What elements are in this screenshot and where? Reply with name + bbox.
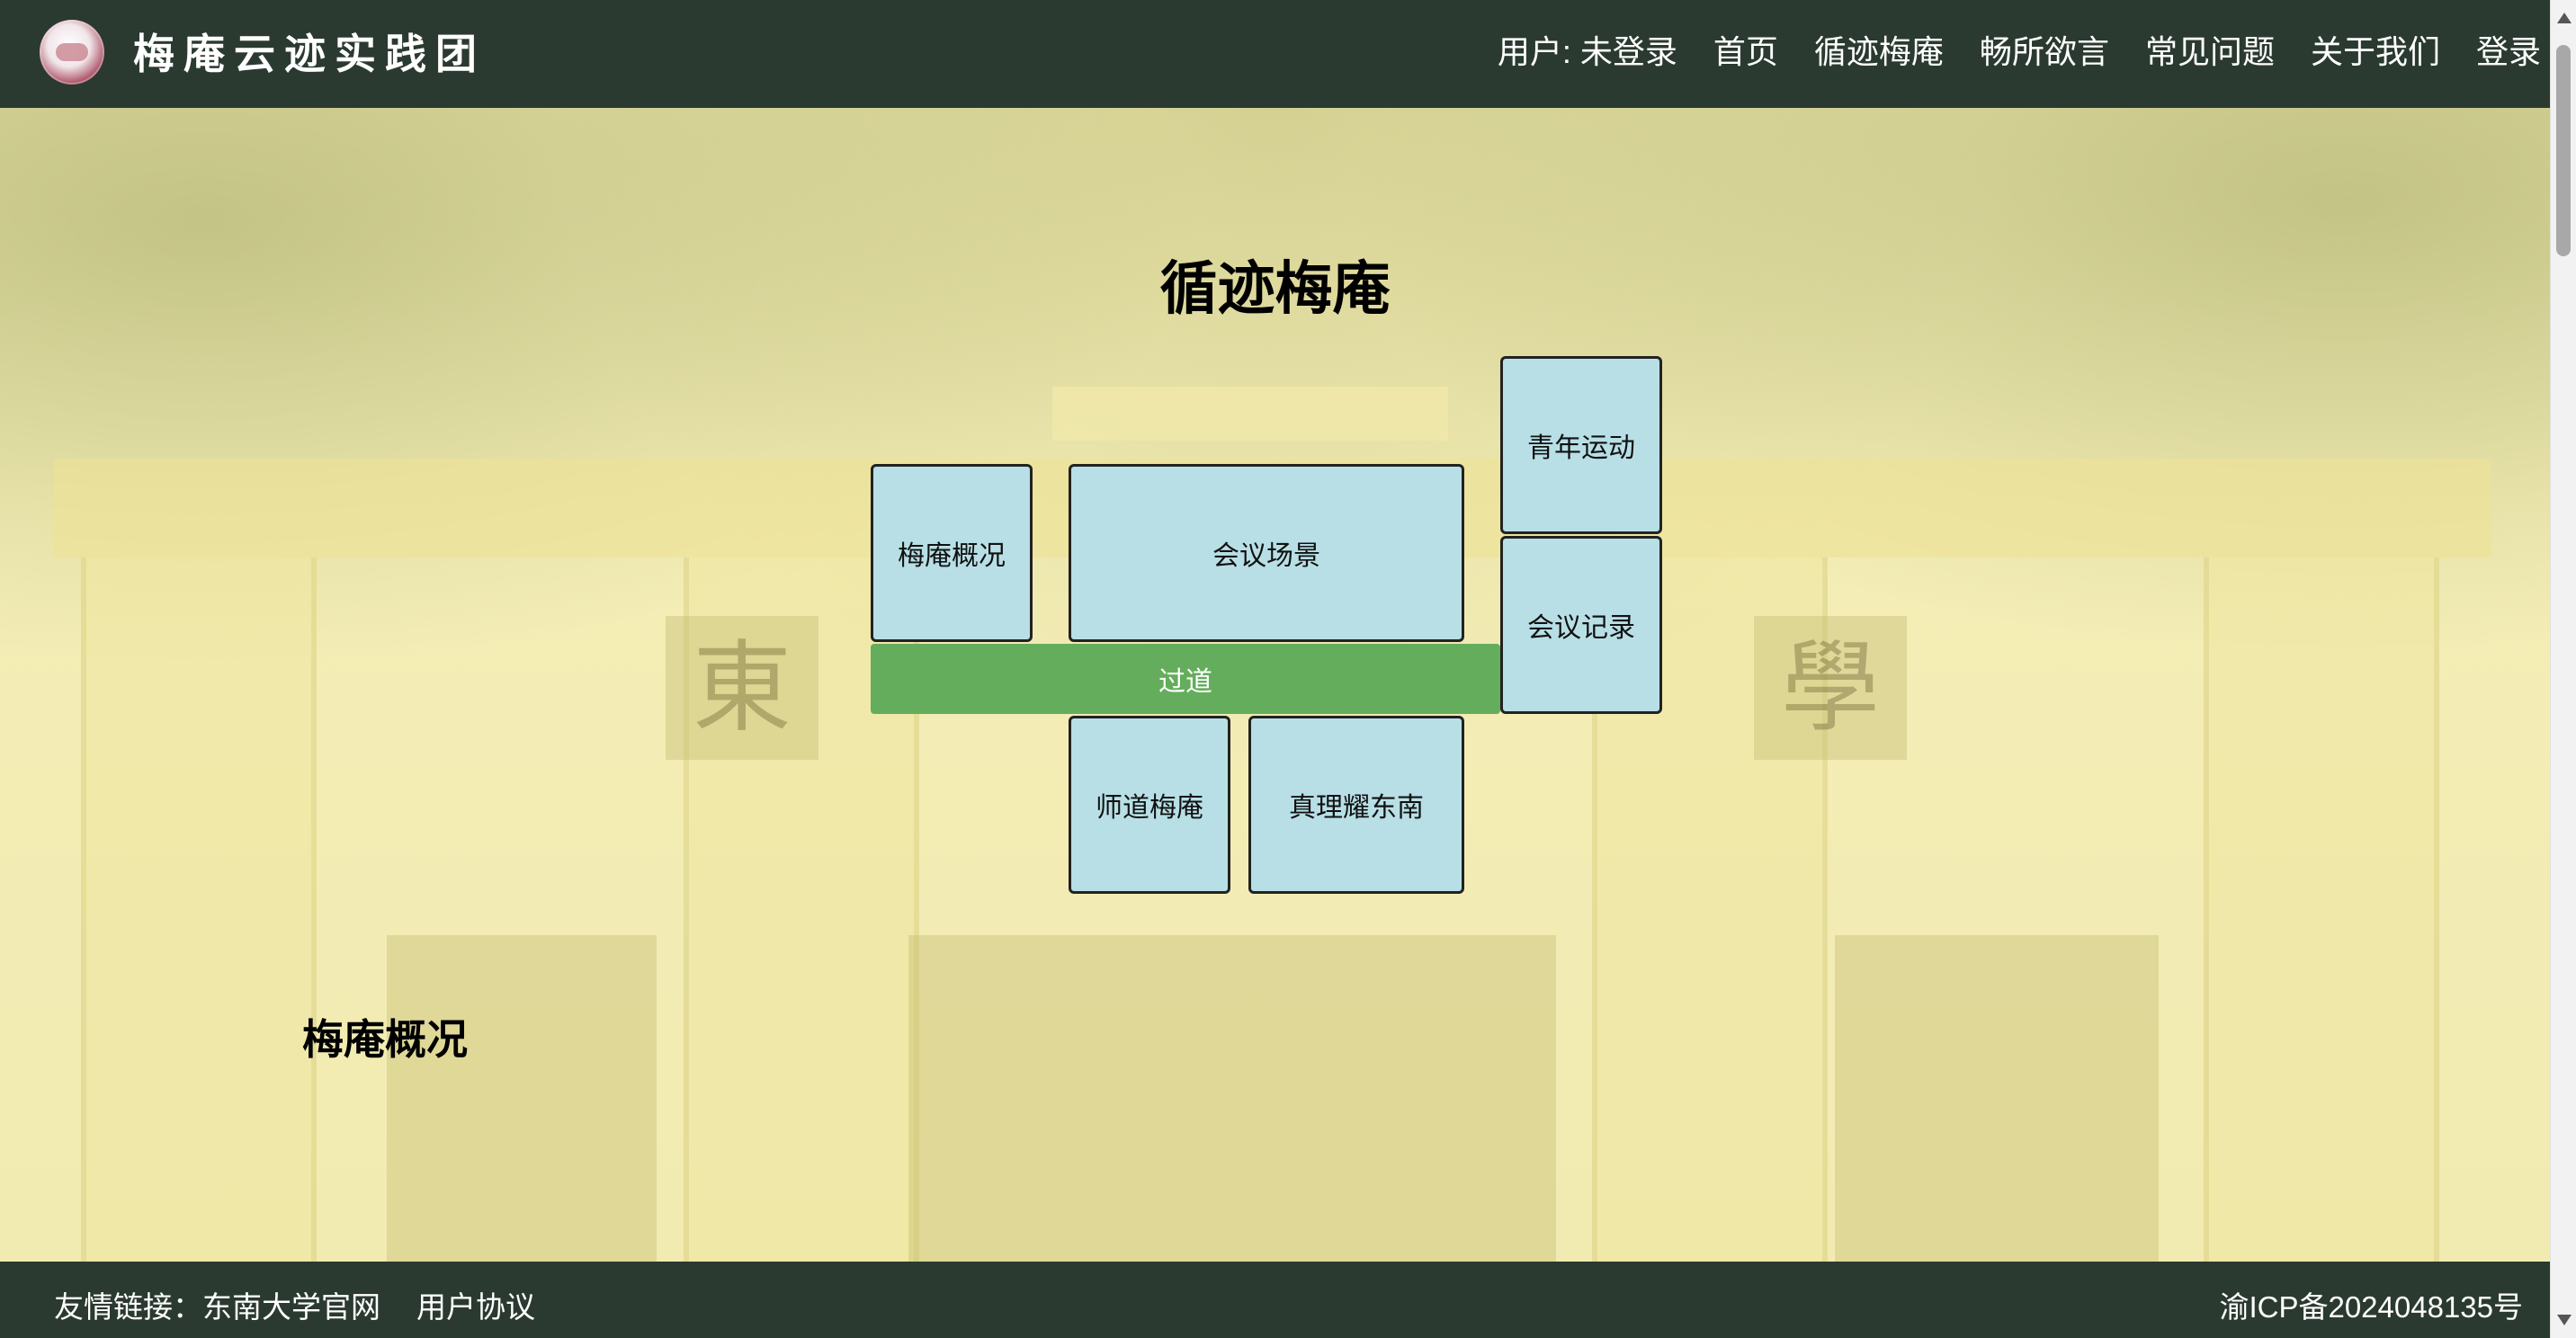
gate-doorway (1835, 935, 2159, 1262)
plum-blossom-icon (56, 43, 88, 61)
gate-roof (1052, 387, 1448, 441)
room-overview[interactable]: 梅庵概况 (871, 464, 1033, 642)
room-meeting-scene[interactable]: 会议场景 (1069, 464, 1464, 642)
nav-faq[interactable]: 常见问题 (2145, 29, 2275, 76)
top-navbar: 梅庵云迹实践团 用户: 未登录 首页 循迹梅庵 畅所欲言 常见问题 关于我们 登… (0, 0, 2550, 108)
gate-plaque-right: 學 (1754, 616, 1907, 760)
gate-pillar (81, 558, 317, 1262)
room-youth-movement[interactable]: 青年运动 (1500, 356, 1662, 534)
nav-forum[interactable]: 畅所欲言 (1980, 29, 2109, 76)
gate-doorway (908, 935, 1556, 1262)
site-title[interactable]: 梅庵云迹实践团 (133, 25, 486, 83)
gate-plaque-left: 東 (666, 616, 818, 760)
user-status[interactable]: 用户: 未登录 (1498, 29, 1677, 76)
nav-trace-meian[interactable]: 循迹梅庵 (1814, 29, 1944, 76)
footer: 友情链接：东南大学官网 用户协议 渝ICP备2024048135号 (0, 1262, 2550, 1338)
page-title: 循迹梅庵 (1159, 256, 1391, 323)
room-meeting-record[interactable]: 会议记录 (1500, 536, 1662, 714)
nav-home[interactable]: 首页 (1713, 29, 1778, 76)
corridor[interactable]: 过道 (871, 644, 1500, 714)
scroll-thumb[interactable] (2556, 45, 2571, 256)
section-heading: 梅庵概况 (302, 1015, 468, 1064)
nav-about[interactable]: 关于我们 (2311, 29, 2440, 76)
room-teacher-way[interactable]: 师道梅庵 (1069, 716, 1230, 894)
gate-doorway (387, 935, 657, 1262)
scroll-down-arrow-icon[interactable] (2557, 1315, 2572, 1325)
user-agreement-link[interactable]: 用户协议 (416, 1283, 535, 1326)
icp-record: 渝ICP备2024048135号 (2219, 1290, 2523, 1324)
nav-login[interactable]: 登录 (2476, 29, 2541, 76)
gate-pillar (2204, 558, 2439, 1262)
footer-links: 友情链接：东南大学官网 用户协议 (54, 1283, 535, 1326)
main-nav: 用户: 未登录 首页 循迹梅庵 畅所欲言 常见问题 关于我们 登录 (1498, 29, 2541, 76)
friend-link-seu[interactable]: 友情链接：东南大学官网 (54, 1283, 380, 1326)
scroll-up-arrow-icon[interactable] (2557, 13, 2572, 23)
site-logo[interactable] (40, 20, 104, 85)
page-scrollbar[interactable] (2550, 0, 2576, 1338)
room-truth-southeast[interactable]: 真理耀东南 (1248, 716, 1464, 894)
